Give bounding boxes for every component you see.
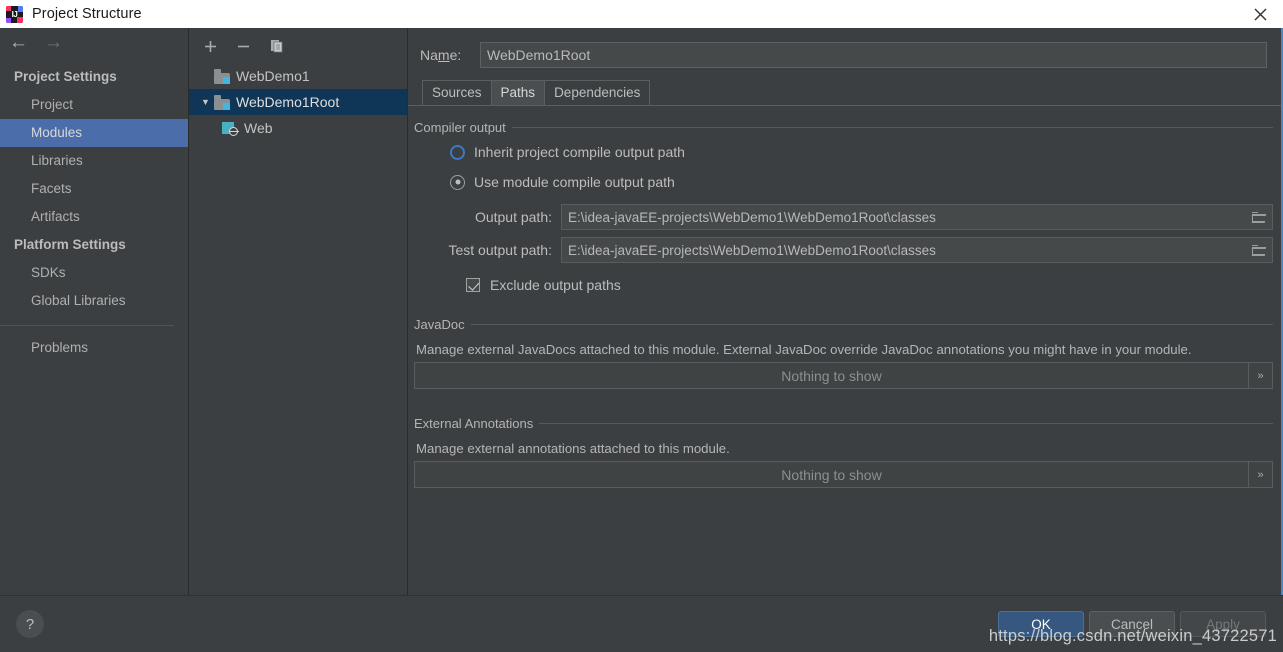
inherit-output-label: Inherit project compile output path: [474, 144, 685, 160]
tree-item-label: WebDemo1Root: [236, 94, 340, 110]
folder-browse-icon[interactable]: [1246, 205, 1272, 229]
compiler-output-header: Compiler output: [414, 120, 1273, 135]
ok-button[interactable]: OK: [998, 611, 1084, 637]
name-label: Name:: [420, 47, 462, 63]
javadoc-empty-text: Nothing to show: [781, 367, 882, 384]
javadoc-header: JavaDoc: [414, 317, 1273, 332]
section-title: Compiler output: [414, 120, 506, 135]
settings-sidebar: ← → Project Settings Project Modules Lib…: [0, 28, 189, 595]
module-tree-pane: WebDemo1 ▼ WebDemo1Root Web: [189, 28, 408, 595]
section-divider: [511, 127, 1273, 128]
module-detail-pane: Name: Sources Paths Dependencies Compile…: [408, 28, 1281, 595]
section-divider: [470, 324, 1273, 325]
sidebar-divider: [0, 325, 174, 326]
arrow-right-icon[interactable]: →: [44, 33, 63, 52]
module-folder-icon: [214, 94, 230, 110]
external-annotations-expand-button[interactable]: »: [1248, 462, 1272, 487]
arrow-left-icon[interactable]: ←: [9, 33, 28, 52]
web-facet-icon: [222, 121, 239, 136]
module-tree: WebDemo1 ▼ WebDemo1Root Web: [189, 59, 407, 141]
compiler-output-section: Compiler output Inherit project compile …: [414, 120, 1273, 293]
tab-dependencies[interactable]: Dependencies: [544, 80, 651, 105]
section-title: External Annotations: [414, 416, 534, 431]
javadoc-list-panel[interactable]: Nothing to show »: [414, 362, 1273, 389]
test-output-path-row: Test output path: E:\idea-javaEE-project…: [414, 237, 1273, 263]
sidebar-item-libraries[interactable]: Libraries: [0, 147, 188, 175]
tree-item-label: Web: [244, 120, 273, 136]
module-folder-icon: [214, 68, 230, 84]
sidebar-item-problems[interactable]: Problems: [0, 334, 188, 362]
output-path-field[interactable]: E:\idea-javaEE-projects\WebDemo1\WebDemo…: [561, 204, 1273, 230]
test-output-path-label: Test output path:: [448, 242, 552, 258]
external-annotations-empty-text: Nothing to show: [781, 466, 882, 483]
navigation-arrows: ← →: [0, 28, 188, 57]
module-output-radio[interactable]: [450, 174, 465, 190]
sidebar-item-facets[interactable]: Facets: [0, 175, 188, 203]
minus-icon[interactable]: [236, 39, 251, 54]
project-structure-dialog: IJ Project Structure ← → Project Setting…: [0, 0, 1283, 652]
output-path-row: Output path: E:\idea-javaEE-projects\Web…: [414, 204, 1273, 230]
intellij-idea-icon: IJ: [6, 5, 23, 23]
output-path-value: E:\idea-javaEE-projects\WebDemo1\WebDemo…: [568, 209, 936, 225]
exclude-output-paths-label: Exclude output paths: [490, 277, 621, 293]
inherit-output-radio[interactable]: [450, 144, 465, 160]
folder-browse-icon[interactable]: [1246, 238, 1272, 262]
cancel-button[interactable]: Cancel: [1089, 611, 1175, 637]
tab-sources[interactable]: Sources: [422, 80, 492, 105]
sidebar-item-artifacts[interactable]: Artifacts: [0, 203, 188, 231]
javadoc-expand-button[interactable]: »: [1248, 363, 1272, 388]
title-bar: IJ Project Structure: [0, 0, 1283, 28]
close-icon[interactable]: [1243, 1, 1277, 27]
module-output-label: Use module compile output path: [474, 174, 675, 190]
tree-row[interactable]: ▼ WebDemo1Root: [189, 89, 407, 115]
settings-list: Project Settings Project Modules Librari…: [0, 57, 188, 362]
test-output-path-field[interactable]: E:\idea-javaEE-projects\WebDemo1\WebDemo…: [561, 237, 1273, 263]
sidebar-group-platform-settings: Platform Settings: [14, 237, 126, 252]
external-annotations-description: Manage external annotations attached to …: [416, 441, 730, 456]
help-button[interactable]: ?: [16, 610, 44, 638]
section-divider: [539, 423, 1273, 424]
test-output-path-value: E:\idea-javaEE-projects\WebDemo1\WebDemo…: [568, 242, 936, 258]
section-title: JavaDoc: [414, 317, 465, 332]
sidebar-item-sdks[interactable]: SDKs: [0, 259, 188, 287]
tree-row[interactable]: Web: [189, 115, 407, 141]
tree-item-label: WebDemo1: [236, 68, 310, 84]
exclude-output-paths-checkbox[interactable]: [466, 278, 480, 292]
dialog-footer: ? OK Cancel Apply https://blog.csdn.net/…: [0, 595, 1283, 652]
sidebar-item-project[interactable]: Project: [0, 91, 188, 119]
window-title: Project Structure: [32, 6, 142, 22]
tab-paths[interactable]: Paths: [490, 80, 546, 105]
copy-icon[interactable]: [269, 39, 284, 54]
module-tree-toolbar: [189, 33, 407, 59]
apply-button: Apply: [1180, 611, 1266, 637]
plus-icon[interactable]: [203, 39, 218, 54]
javadoc-description: Manage external JavaDocs attached to thi…: [416, 342, 1192, 357]
module-output-radio-row[interactable]: Use module compile output path: [414, 167, 1273, 197]
module-tabs: Sources Paths Dependencies: [408, 80, 1281, 106]
module-name-row: Name:: [408, 28, 1281, 68]
paths-tab-content: Compiler output Inherit project compile …: [408, 106, 1281, 595]
module-name-input[interactable]: [480, 42, 1267, 68]
sidebar-item-modules[interactable]: Modules: [0, 119, 188, 147]
external-annotations-header: External Annotations: [414, 416, 1273, 431]
exclude-output-paths-row[interactable]: Exclude output paths: [414, 277, 1273, 293]
external-annotations-list-panel[interactable]: Nothing to show »: [414, 461, 1273, 488]
sidebar-item-global-libraries[interactable]: Global Libraries: [0, 287, 188, 315]
dialog-buttons: OK Cancel Apply: [998, 611, 1266, 637]
output-path-label: Output path:: [474, 209, 552, 225]
external-annotations-section: External Annotations Manage external ann…: [414, 416, 1273, 488]
tree-row[interactable]: WebDemo1: [189, 63, 407, 89]
chevron-down-icon[interactable]: ▼: [197, 97, 214, 107]
dialog-body: ← → Project Settings Project Modules Lib…: [0, 28, 1283, 595]
javadoc-section: JavaDoc Manage external JavaDocs attache…: [414, 317, 1273, 389]
sidebar-group-project-settings: Project Settings: [14, 69, 117, 84]
inherit-output-radio-row[interactable]: Inherit project compile output path: [414, 137, 1273, 167]
